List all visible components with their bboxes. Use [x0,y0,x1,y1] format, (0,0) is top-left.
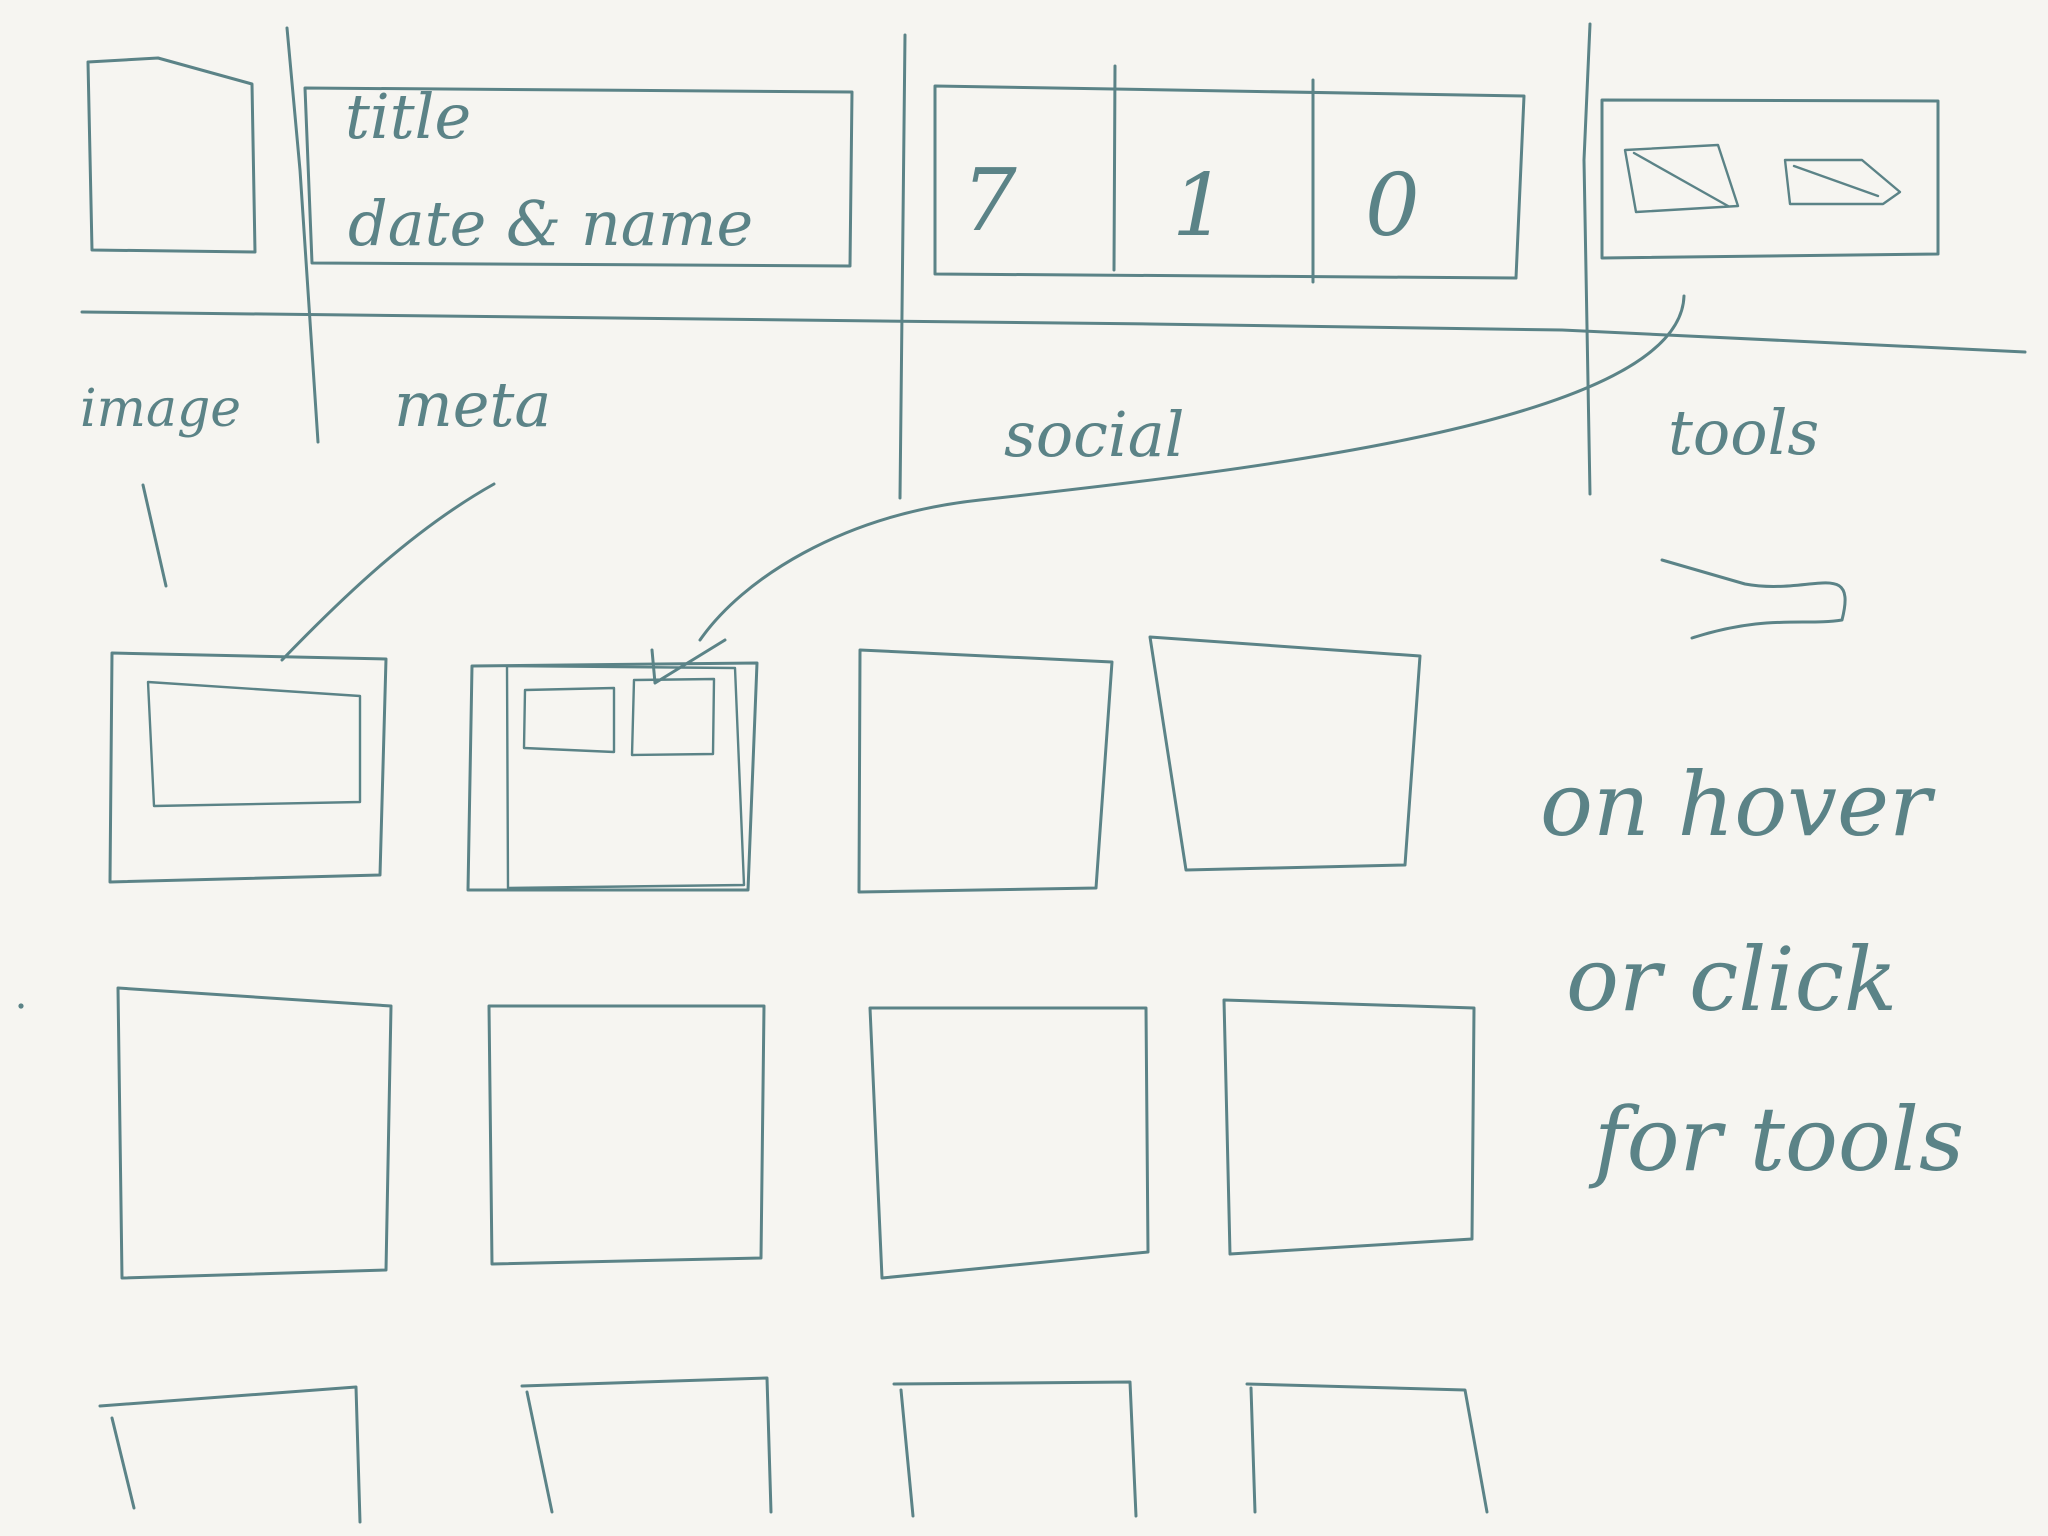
stat-count-1: 7 [962,151,1017,251]
image-thumbnail-box[interactable] [86,56,257,254]
gallery-card-2-inner[interactable] [505,664,746,890]
header-divider-3 [1582,22,1592,496]
wireframe-sketch: title date & name 7 1 0 image meta socia… [18,22,2027,1524]
header-divider-1 [285,26,320,444]
annotation-line-1: on hover [1540,753,1936,856]
annotation-line-3: for tools [1588,1088,1964,1191]
social-section-label: social [1004,398,1185,471]
gallery-card-5[interactable] [116,986,393,1280]
tool-icon-1[interactable] [1623,143,1740,214]
stray-dot [18,1003,24,1009]
annotation-arrow [1660,558,1847,640]
tool-icon-2[interactable] [1783,158,1902,206]
gallery-card-11-partial[interactable] [892,1380,1138,1518]
tools-connector [698,294,1686,642]
hover-tool-button-1[interactable] [522,686,616,754]
gallery-card-8[interactable] [1222,998,1476,1256]
image-pointer [141,483,168,588]
gallery-card-6[interactable] [487,1004,766,1266]
tools-section-label: tools [1668,396,1819,469]
gallery-card-4[interactable] [1148,635,1422,872]
header-separator-line [80,310,2027,354]
stats-divider-1 [1112,64,1117,272]
gallery-card-7[interactable] [868,1006,1150,1280]
header-divider-2 [898,33,907,500]
gallery-card-1-image[interactable] [146,680,362,808]
tools-box[interactable] [1600,98,1940,260]
title-label: title [345,80,471,153]
tools-arrow [650,638,727,685]
date-name-label: date & name [348,187,753,260]
gallery-card-3[interactable] [857,648,1114,894]
annotation-line-2: or click [1566,928,1897,1031]
stat-count-2: 1 [1172,156,1227,256]
meta-section-label: meta [394,368,551,441]
meta-pointer [280,482,496,662]
gallery-card-10-partial[interactable] [520,1376,773,1514]
stat-count-3: 0 [1365,156,1420,256]
social-box[interactable] [933,84,1526,280]
gallery-card-9-partial[interactable] [98,1385,362,1524]
sketch-canvas: title date & name 7 1 0 image meta socia… [0,0,2048,1536]
hover-tool-button-2[interactable] [630,677,716,757]
image-section-label: image [80,379,241,439]
gallery-card-12-partial[interactable] [1245,1382,1489,1514]
